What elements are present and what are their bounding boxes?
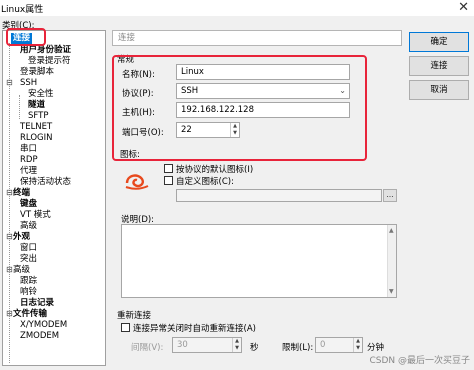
auto-reconnect-label: 连接异常关闭时自动重新连接(A) <box>133 324 256 334</box>
interval-unit: 秒 <box>250 343 259 353</box>
custom-icon-label: 自定义图标(C): <box>176 177 234 187</box>
spin-up-icon: ▲ <box>235 338 239 344</box>
scroll-up-icon[interactable]: ▲ <box>389 227 394 234</box>
interval-spinner: ▲ ▼ <box>232 338 241 352</box>
default-icon-label: 按协议的默认图标(I) <box>176 165 254 175</box>
tree-item-trace[interactable]: 跟踪 <box>20 276 37 287</box>
tree-item-tunnel[interactable]: 隧道 <box>28 100 45 111</box>
tree-item-security[interactable]: 安全性 <box>28 89 54 100</box>
limit-unit: 分钟 <box>367 343 385 353</box>
tree-item-xymodem[interactable]: X/YMODEM <box>20 320 67 331</box>
tree-item-keyboard[interactable]: 键盘 <box>20 199 37 210</box>
collapse-icon[interactable]: ⊟ <box>6 78 13 87</box>
interval-label: 间隔(V): <box>131 343 164 353</box>
limit-label: 限制(L): <box>282 343 314 353</box>
tree-item-sftp[interactable]: SFTP <box>28 111 48 122</box>
ok-button[interactable]: 确定 <box>409 32 469 52</box>
tree-item-zmodem[interactable]: ZMODEM <box>20 331 59 342</box>
tree-item-terminal-advanced[interactable]: 高级 <box>20 221 37 232</box>
title-bar: Linux属性 ✕ <box>0 0 474 16</box>
tree-item-login-prompt[interactable]: 登录提示符 <box>28 56 71 67</box>
tree-item-window[interactable]: 窗口 <box>20 243 37 254</box>
limit-value: 0 <box>320 340 326 350</box>
description-textarea[interactable]: ▲ ▼ <box>121 224 397 298</box>
collapse-icon[interactable]: ⊟ <box>6 232 13 241</box>
tree-item-telnet[interactable]: TELNET <box>20 122 52 133</box>
scroll-down-icon[interactable]: ▼ <box>389 288 394 295</box>
tree-item-serial[interactable]: 串口 <box>20 144 37 155</box>
tree-item-vt-mode[interactable]: VT 模式 <box>20 210 51 221</box>
tree-item-proxy[interactable]: 代理 <box>20 166 37 177</box>
tree-item-rdp[interactable]: RDP <box>20 155 38 166</box>
custom-icon-checkbox[interactable] <box>164 176 173 185</box>
collapse-icon[interactable]: ⊟ <box>6 188 13 197</box>
connect-button[interactable]: 连接 <box>409 56 469 76</box>
interval-input: 30 ▲ ▼ <box>172 337 242 353</box>
tree-item-file-transfer[interactable]: 文件传输 <box>13 309 47 320</box>
close-icon[interactable]: ✕ <box>458 0 469 15</box>
spin-up-icon: ▲ <box>356 338 360 344</box>
tree-item-appearance[interactable]: 外观 <box>13 232 30 243</box>
tree-item-rlogin[interactable]: RLOGIN <box>20 133 52 144</box>
limit-spinner: ▲ ▼ <box>353 338 362 352</box>
window-title: Linux属性 <box>1 5 44 15</box>
tree-line <box>19 95 20 119</box>
browse-icon-button[interactable]: … <box>383 189 397 202</box>
tree-item-ssh[interactable]: SSH <box>20 78 37 89</box>
tree-item-login-script[interactable]: 登录脚本 <box>20 67 54 78</box>
default-icon-checkbox[interactable] <box>164 164 173 173</box>
category-tree[interactable]: 连接 用户身份验证 登录提示符 登录脚本 ⊟ SSH 安全性 隧道 SFTP T… <box>2 30 106 366</box>
interval-value: 30 <box>177 340 188 350</box>
custom-icon-path-input <box>176 189 382 202</box>
collapse-icon[interactable]: ⊟ <box>6 309 13 318</box>
tree-item-logging[interactable]: 日志记录 <box>20 298 54 309</box>
spin-down-icon: ▼ <box>235 345 239 351</box>
tree-item-terminal[interactable]: 终端 <box>13 188 30 199</box>
highlight-box <box>112 55 367 161</box>
tree-item-advanced[interactable]: 高级 <box>13 265 30 276</box>
highlight-box <box>6 28 46 46</box>
collapse-icon[interactable]: ⊟ <box>6 265 13 274</box>
scrollbar[interactable]: ▲ ▼ <box>387 225 396 297</box>
tree-item-highlight[interactable]: 突出 <box>20 254 37 265</box>
watermark: CSDN @最后一次买豆子 <box>369 356 470 366</box>
tree-item-keepalive[interactable]: 保持活动状态 <box>20 177 71 188</box>
auto-reconnect-checkbox[interactable] <box>121 323 130 332</box>
tree-item-user-auth[interactable]: 用户身份验证 <box>20 45 71 56</box>
reconnect-group-label: 重新连接 <box>117 311 152 321</box>
spin-down-icon: ▼ <box>356 345 360 351</box>
tree-item-bell[interactable]: 响铃 <box>20 287 37 298</box>
protocol-icon <box>124 171 150 193</box>
breadcrumb: 连接 <box>112 30 402 46</box>
limit-input: 0 ▲ ▼ <box>315 337 363 353</box>
cancel-button[interactable]: 取消 <box>409 80 469 100</box>
